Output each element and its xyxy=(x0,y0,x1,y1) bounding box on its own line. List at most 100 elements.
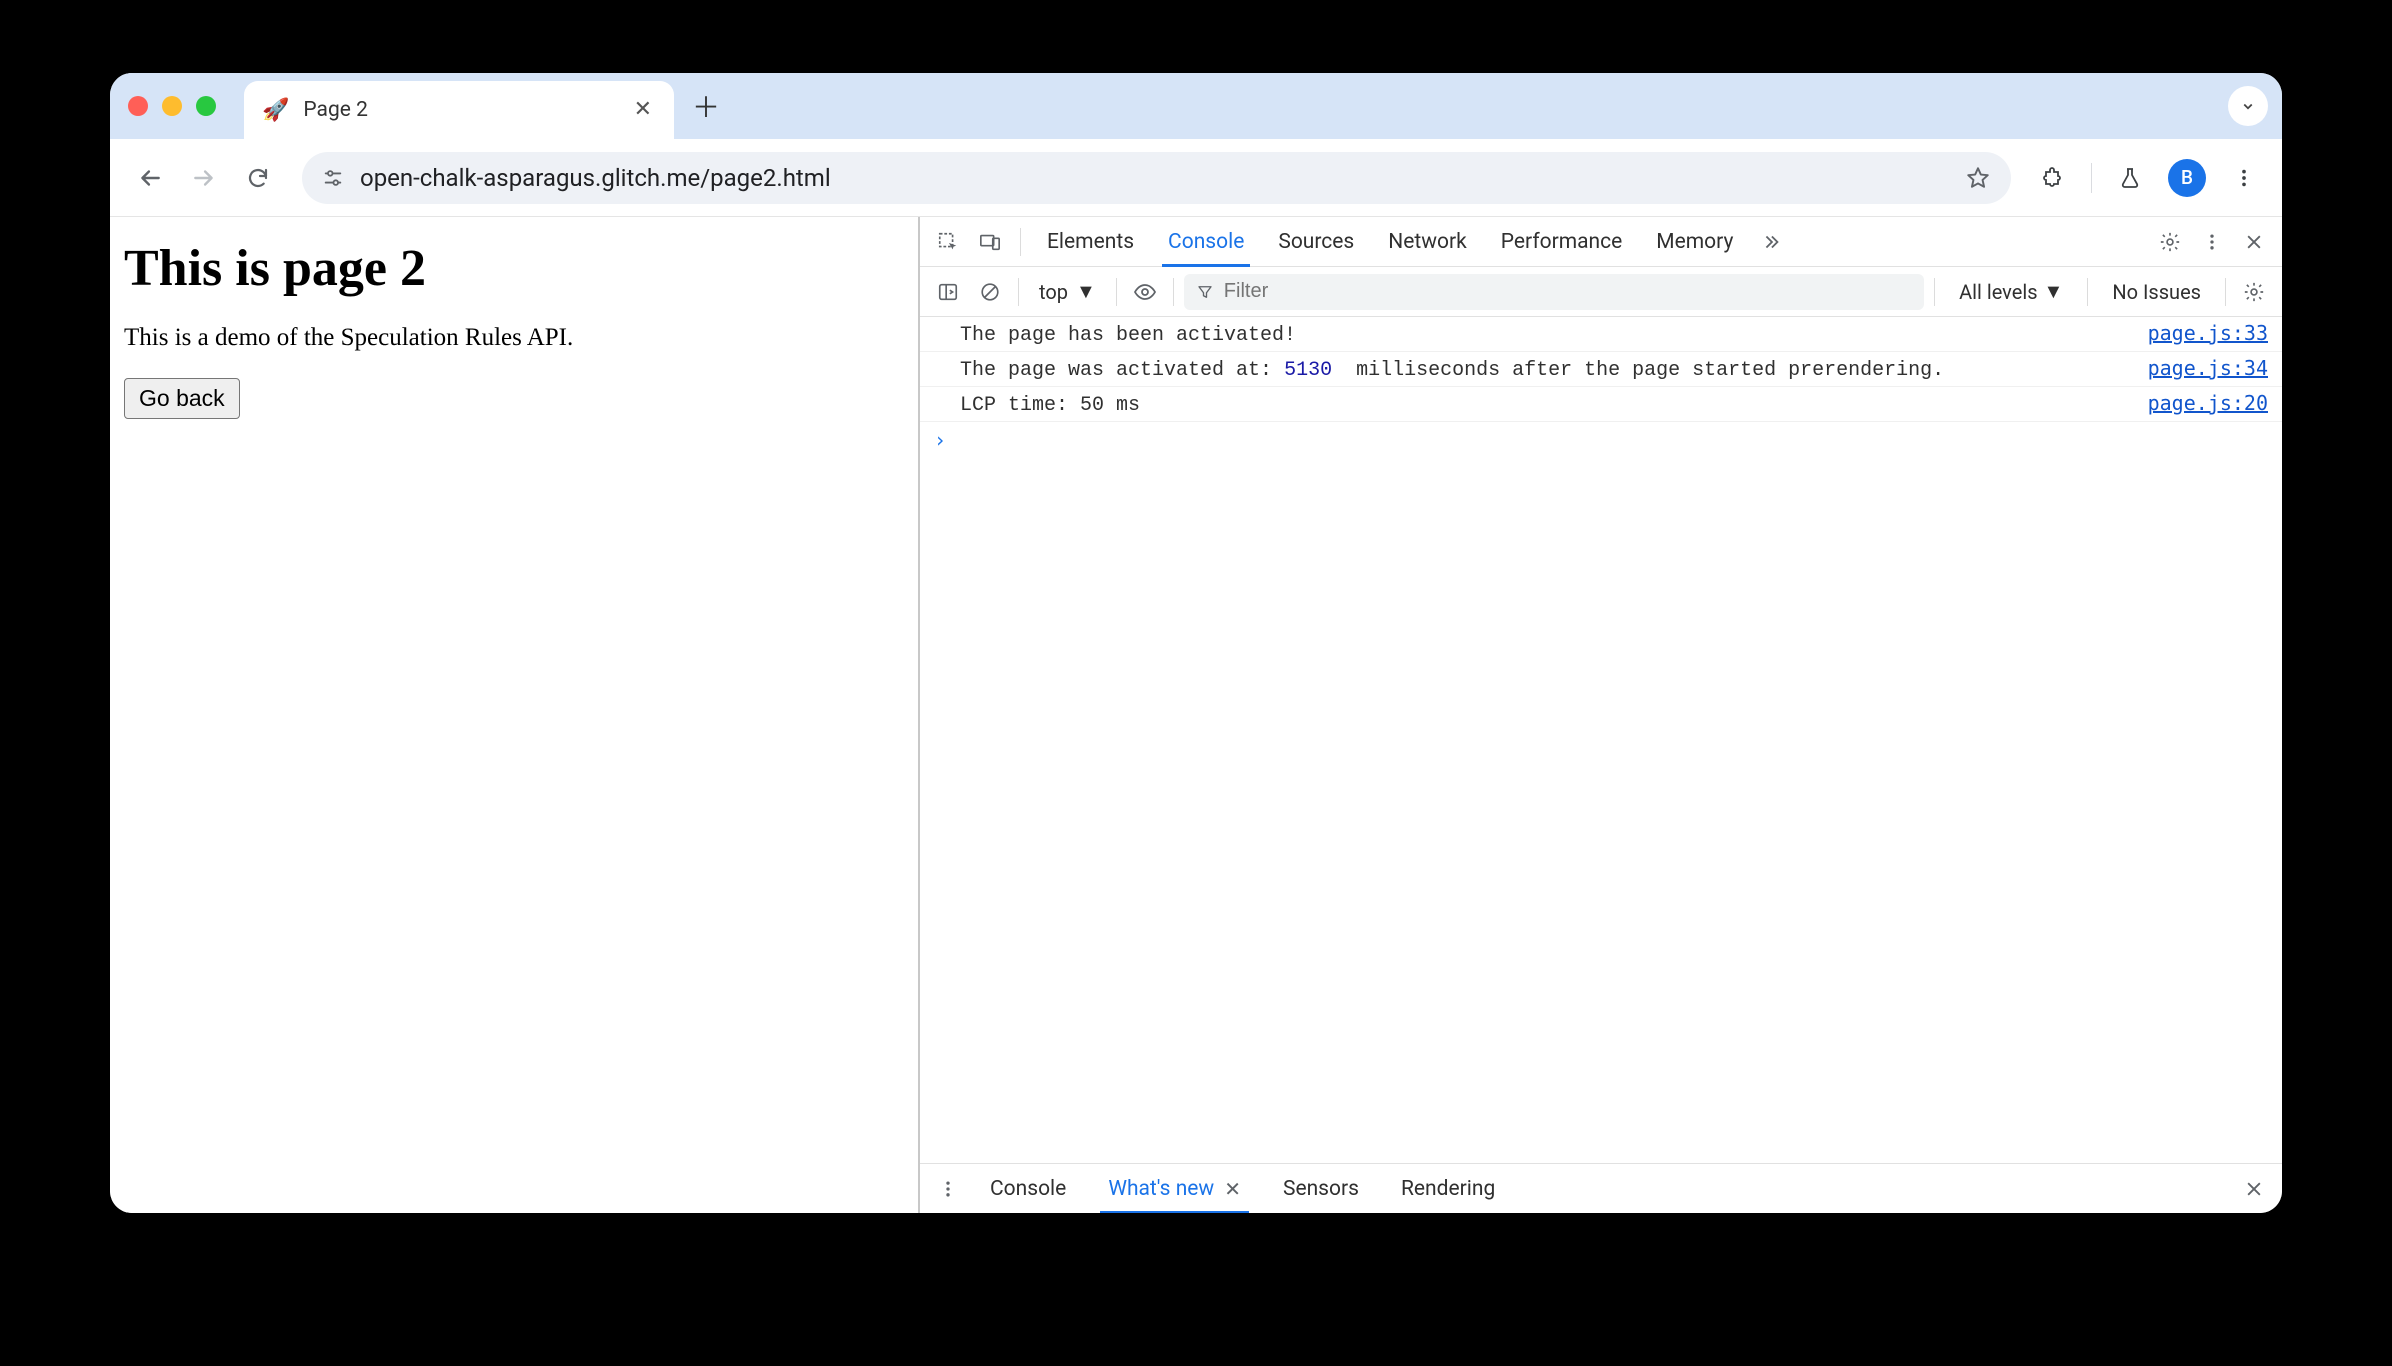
tab-memory[interactable]: Memory xyxy=(1642,217,1747,266)
tune-icon xyxy=(322,167,344,189)
filter-box[interactable] xyxy=(1184,274,1924,310)
star-icon xyxy=(1965,165,1991,191)
tab-label: Elements xyxy=(1047,230,1134,254)
new-tab-button[interactable]: ＋ xyxy=(684,84,728,128)
console-source-link[interactable]: page.js:34 xyxy=(2148,356,2268,380)
tab-elements[interactable]: Elements xyxy=(1033,217,1148,266)
eye-icon xyxy=(1133,280,1157,304)
content-row: This is page 2 This is a demo of the Spe… xyxy=(110,217,2282,1213)
site-info-icon[interactable] xyxy=(322,167,344,189)
tab-console[interactable]: Console xyxy=(1154,217,1258,266)
toolbar-actions: B xyxy=(2033,158,2264,198)
tabs-dropdown-button[interactable] xyxy=(2228,86,2268,126)
profile-avatar[interactable]: B xyxy=(2168,159,2206,197)
console-row: The page was activated at: 5130 millisec… xyxy=(920,352,2282,387)
url-text: open-chalk-asparagus.glitch.me/page2.htm… xyxy=(360,164,1949,192)
tab-label: Sources xyxy=(1278,230,1354,254)
go-back-button[interactable]: Go back xyxy=(124,378,240,419)
arrow-right-icon xyxy=(191,165,217,191)
device-toolbar-button[interactable] xyxy=(972,224,1008,260)
issues-label: No Issues xyxy=(2098,280,2215,304)
clear-console-button[interactable] xyxy=(972,274,1008,310)
tab-title: Page 2 xyxy=(303,98,629,122)
page-content: This is page 2 This is a demo of the Spe… xyxy=(110,217,920,1213)
devtools-tab-separator xyxy=(1020,228,1021,256)
page-paragraph: This is a demo of the Speculation Rules … xyxy=(124,324,904,352)
gear-icon xyxy=(2159,231,2181,253)
browser-window: 🚀 Page 2 ✕ ＋ open- xyxy=(110,73,2282,1213)
toolbar-separator xyxy=(1116,278,1117,306)
back-button[interactable] xyxy=(128,156,172,200)
drawer-tab-label: Console xyxy=(990,1177,1066,1201)
console-message: The page has been activated! xyxy=(960,324,2132,347)
tab-favicon-icon: 🚀 xyxy=(262,98,289,123)
toolbar-separator xyxy=(1173,278,1174,306)
drawer-tab-sensors[interactable]: Sensors xyxy=(1265,1164,1377,1213)
devtools-drawer: Console What's new ✕ Sensors Rendering xyxy=(920,1163,2282,1213)
tab-label: Performance xyxy=(1501,230,1622,254)
live-expression-button[interactable] xyxy=(1127,274,1163,310)
more-tabs-button[interactable] xyxy=(1753,224,1789,260)
tab-performance[interactable]: Performance xyxy=(1487,217,1636,266)
arrow-left-icon xyxy=(137,165,163,191)
three-dots-vertical-icon xyxy=(2233,167,2255,189)
close-icon xyxy=(2244,232,2264,252)
dropdown-triangle-icon: ▼ xyxy=(1076,279,1096,304)
tab-close-icon[interactable]: ✕ xyxy=(630,95,656,125)
console-row: LCP time: 50 mspage.js:20 xyxy=(920,387,2282,422)
sidebar-icon xyxy=(937,281,959,303)
drawer-tab-label: What's new xyxy=(1108,1177,1214,1201)
tab-label: Memory xyxy=(1656,230,1733,254)
funnel-icon xyxy=(1196,283,1214,301)
reload-icon xyxy=(246,166,270,190)
tab-network[interactable]: Network xyxy=(1374,217,1481,266)
console-source-link[interactable]: page.js:20 xyxy=(2148,391,2268,415)
console-row: The page has been activated! page.js:33 xyxy=(920,317,2282,352)
drawer-tab-close-icon[interactable]: ✕ xyxy=(1224,1177,1241,1201)
console-prompt[interactable]: › xyxy=(920,422,2282,458)
drawer-tab-rendering[interactable]: Rendering xyxy=(1383,1164,1513,1213)
console-output[interactable]: The page has been activated!page.js:33Th… xyxy=(920,317,2282,1163)
tab-sources[interactable]: Sources xyxy=(1264,217,1368,266)
window-minimize-button[interactable] xyxy=(162,96,182,116)
console-settings-button[interactable] xyxy=(2236,274,2272,310)
window-close-button[interactable] xyxy=(128,96,148,116)
forward-button[interactable] xyxy=(182,156,226,200)
toolbar-separator xyxy=(1018,278,1019,306)
levels-label: All levels xyxy=(1959,280,2037,304)
page-heading: This is page 2 xyxy=(124,239,904,298)
toggle-sidebar-button[interactable] xyxy=(930,274,966,310)
address-bar: open-chalk-asparagus.glitch.me/page2.htm… xyxy=(110,139,2282,217)
devtools-close-button[interactable] xyxy=(2236,224,2272,260)
toolbar-separator xyxy=(1934,278,1935,306)
devtools-menu-button[interactable] xyxy=(2194,224,2230,260)
gear-icon xyxy=(2243,281,2265,303)
drawer-tab-console[interactable]: Console xyxy=(972,1164,1084,1213)
devtools-settings-button[interactable] xyxy=(2152,224,2188,260)
browser-tab[interactable]: 🚀 Page 2 ✕ xyxy=(244,81,674,139)
bookmark-button[interactable] xyxy=(1965,165,1991,191)
flask-icon xyxy=(2118,166,2142,190)
window-maximize-button[interactable] xyxy=(196,96,216,116)
reload-button[interactable] xyxy=(236,156,280,200)
close-icon xyxy=(2244,1179,2264,1199)
drawer-close-button[interactable] xyxy=(2236,1171,2272,1207)
log-levels-selector[interactable]: All levels ▼ xyxy=(1945,279,2077,304)
drawer-menu-button[interactable] xyxy=(930,1171,966,1207)
omnibox[interactable]: open-chalk-asparagus.glitch.me/page2.htm… xyxy=(302,152,2011,204)
chrome-menu-button[interactable] xyxy=(2224,158,2264,198)
console-source-link[interactable]: page.js:33 xyxy=(2148,321,2268,345)
context-selector[interactable]: top ▼ xyxy=(1029,279,1106,304)
dropdown-triangle-icon: ▼ xyxy=(2044,279,2064,304)
chevron-down-icon xyxy=(2239,97,2257,115)
extensions-button[interactable] xyxy=(2033,158,2073,198)
drawer-tab-label: Sensors xyxy=(1283,1177,1359,1201)
console-toolbar: top ▼ All levels ▼ xyxy=(920,267,2282,317)
drawer-tab-whats-new[interactable]: What's new ✕ xyxy=(1090,1164,1259,1213)
toolbar-separator xyxy=(2225,278,2226,306)
labs-button[interactable] xyxy=(2110,158,2150,198)
ban-icon xyxy=(979,281,1001,303)
avatar-initial: B xyxy=(2181,166,2193,189)
filter-input[interactable] xyxy=(1224,280,1912,303)
inspect-element-button[interactable] xyxy=(930,224,966,260)
